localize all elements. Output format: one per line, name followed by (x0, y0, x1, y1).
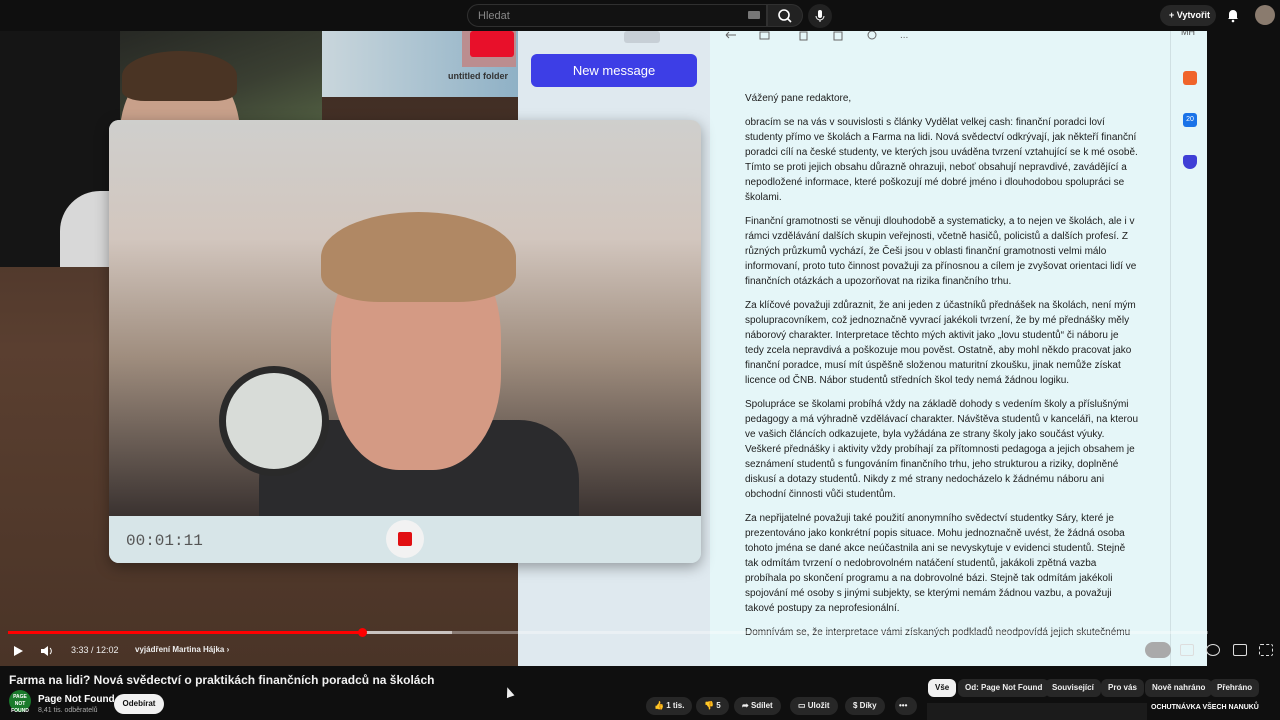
share-button[interactable]: ➦ Sdílet (734, 697, 781, 715)
chip-watched[interactable]: Přehráno (1210, 679, 1260, 697)
svg-text:...: ... (900, 31, 908, 41)
channel-avatar[interactable]: PAGE NOT FOUND (9, 690, 31, 714)
play-button[interactable] (12, 644, 24, 656)
chapter-title[interactable]: vyjádření Martina Hájka › (135, 645, 229, 654)
like-button[interactable]: 👍 1 tis. (646, 697, 693, 715)
new-message-button: New message (531, 54, 697, 87)
like-count: 1 tis. (666, 701, 685, 710)
bell-icon[interactable] (1225, 7, 1241, 23)
webcam-hair (321, 212, 516, 302)
theater-mode-icon[interactable] (1233, 644, 1247, 656)
time-display: 3:33 / 12:02 (71, 645, 119, 655)
voice-search-button[interactable] (808, 4, 832, 28)
thanks-button[interactable]: $ Díky (845, 697, 885, 715)
create-label: Vytvořit (1176, 10, 1210, 20)
email-paragraph: Spolupráce se školami probíhá vždy na zá… (745, 399, 1139, 500)
autoplay-toggle[interactable] (1145, 642, 1171, 658)
search-button[interactable] (767, 4, 803, 27)
shield-icon (1183, 155, 1197, 169)
subscribe-button[interactable]: Odebírat (114, 694, 164, 714)
search-icon (778, 9, 792, 23)
email-paragraph: Za nepřijatelné považuji také použití an… (745, 513, 1126, 614)
thanks-label: Díky (859, 701, 877, 710)
mic-icon (815, 10, 825, 22)
stop-icon (398, 532, 412, 546)
progress-played (8, 631, 362, 634)
pop-filter (219, 366, 329, 476)
recommendation-thumbnail[interactable] (927, 703, 1147, 720)
play-icon (14, 646, 23, 656)
chip-for-you[interactable]: Pro vás (1101, 679, 1144, 697)
email-toolbar-icons: ... (725, 31, 908, 41)
search-input[interactable]: Hledat (467, 4, 767, 27)
mail-view-icons (624, 31, 660, 43)
folder-label: untitled folder (448, 71, 508, 81)
chip-related[interactable]: Související (1045, 679, 1101, 697)
save-button[interactable]: ▭ Uložit (790, 697, 838, 715)
calendar-icon: 20 (1183, 113, 1197, 127)
chip-recently-uploaded[interactable]: Nově nahráno (1145, 679, 1213, 697)
email-paragraph: Finanční gramotnosti se věnuji dlouhodob… (745, 216, 1137, 287)
keyboard-icon[interactable] (748, 11, 760, 19)
facecam-hair (122, 51, 237, 101)
settings-icon[interactable] (1206, 644, 1220, 656)
email-paragraph: Za klíčové považuji zdůraznit, že ani je… (745, 300, 1136, 386)
recording-timer: 00:01:11 (126, 532, 203, 550)
volume-icon (41, 646, 52, 656)
share-label: Sdílet (750, 701, 773, 710)
volume-button[interactable] (40, 644, 54, 656)
create-button[interactable]: + Vytvořit (1160, 5, 1216, 26)
app-icon-orange (1183, 71, 1197, 85)
recommendation-title[interactable]: OCHUTNÁVKA VŠECH NANUKŮ (1151, 704, 1259, 711)
video-title: Farma na lidi? Nová svědectví o praktiká… (9, 673, 435, 687)
folder-thumbnail-red (470, 31, 514, 57)
scrubber-handle[interactable] (358, 628, 367, 637)
chip-all[interactable]: Vše (928, 679, 957, 697)
dislike-count: 5 (716, 701, 721, 710)
save-label: Uložit (807, 701, 830, 710)
recording-window: 00:01:11 (109, 120, 701, 563)
email-body: Vážený pane redaktore, obracím se na vás… (745, 91, 1140, 649)
subtitles-icon[interactable] (1180, 644, 1194, 656)
more-actions-button[interactable]: ••• (895, 697, 917, 715)
email-right-rail: MH 20 (1170, 31, 1207, 666)
mouse-cursor (503, 685, 515, 699)
fullscreen-icon[interactable] (1259, 644, 1273, 656)
avatar[interactable] (1255, 5, 1275, 25)
dislike-button[interactable]: 👎 5 (696, 697, 729, 715)
subscriber-count: 8,41 tis. odběratelů (38, 707, 98, 714)
email-paragraph: Vážený pane redaktore, (745, 93, 852, 104)
email-paragraph: obracím se na vás v souvislosti s články… (745, 117, 1138, 203)
channel-name[interactable]: Page Not Found (38, 694, 115, 705)
account-initials: MH (1181, 31, 1195, 37)
video-player[interactable]: untitled folder New message ... Vážený p… (0, 31, 1207, 666)
chip-from-channel[interactable]: Od: Page Not Found (958, 679, 1050, 697)
